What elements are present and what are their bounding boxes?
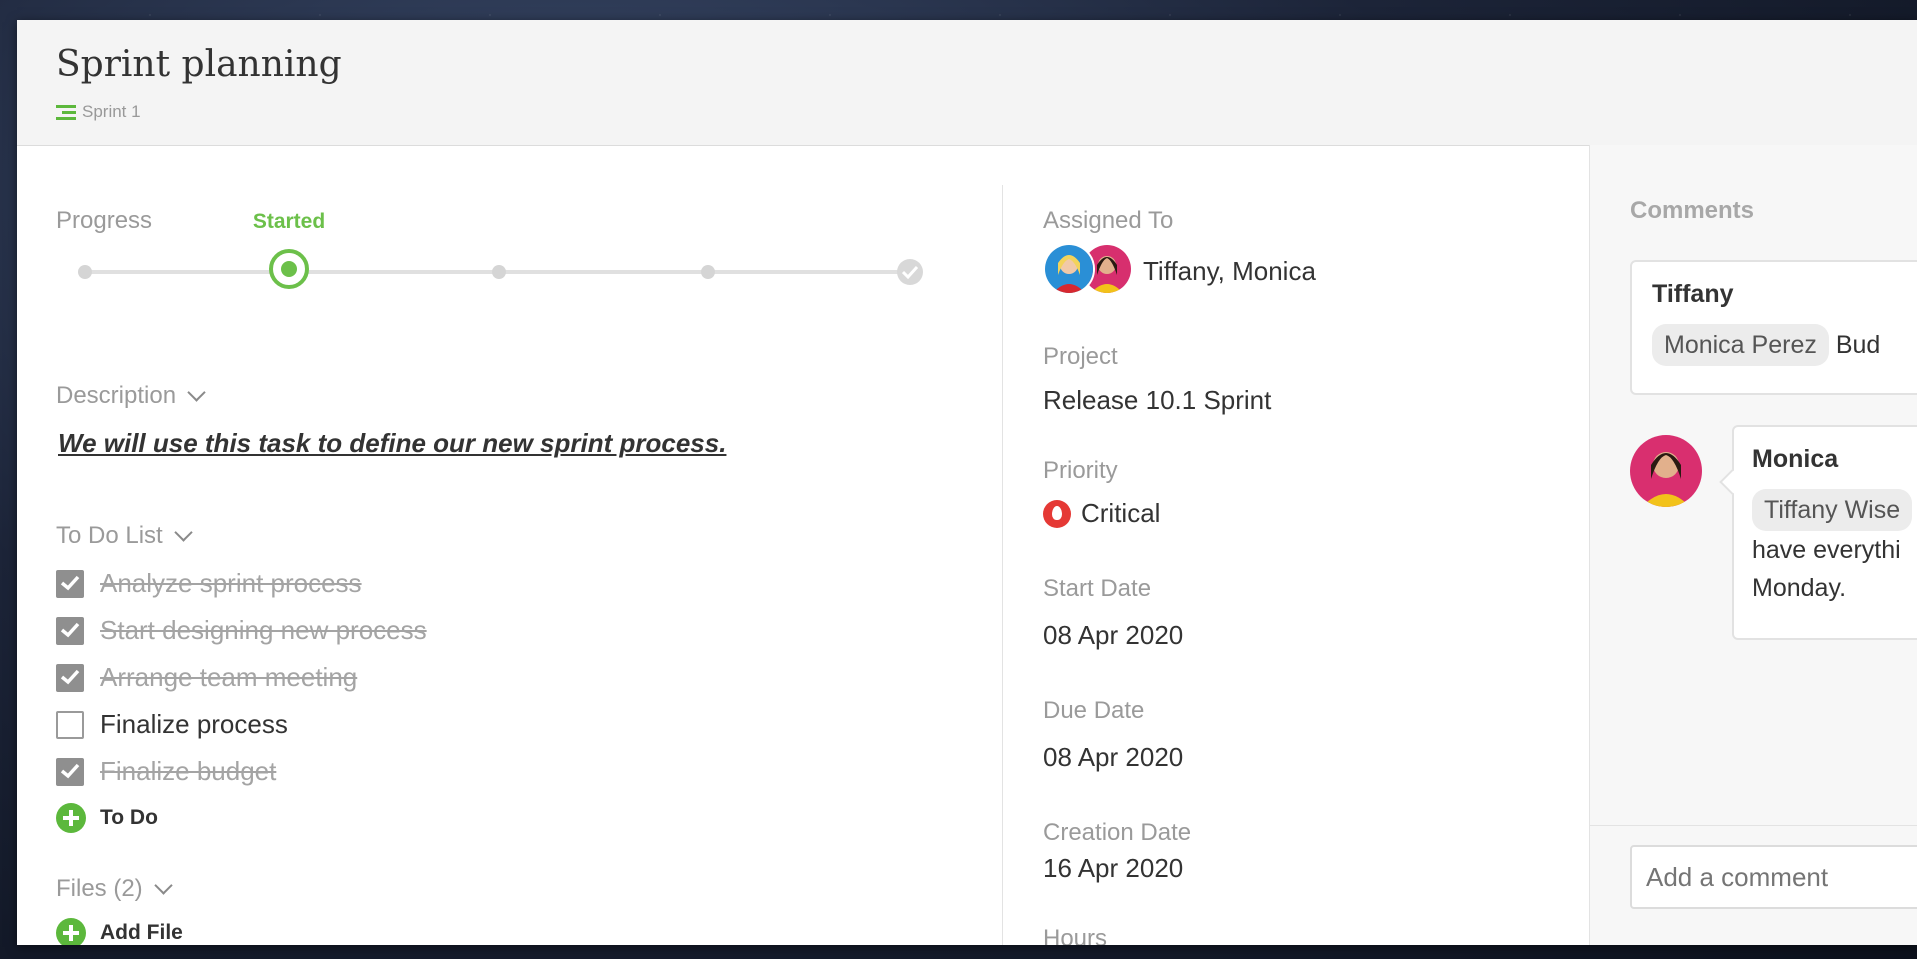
todo-item[interactable]: Analyze sprint process bbox=[56, 568, 362, 599]
todo-checkbox-checked[interactable] bbox=[56, 757, 84, 786]
chevron-down-icon bbox=[187, 382, 206, 402]
files-label: Files (2) bbox=[56, 875, 143, 902]
todo-checkbox-checked[interactable] bbox=[56, 569, 84, 598]
progress-step-complete[interactable] bbox=[897, 259, 923, 285]
hours-label: Hours bbox=[1043, 925, 1108, 945]
avatar bbox=[1630, 435, 1702, 507]
comment-card[interactable]: Tiffany Monica Perez Bud bbox=[1630, 260, 1917, 395]
task-detail-panel: Sprint planning Sprint 1 Progress Starte… bbox=[17, 20, 1917, 945]
assignees[interactable]: Tiffany, Monica bbox=[1043, 243, 1316, 299]
comment-body: Monica Perez Bud bbox=[1652, 324, 1880, 366]
priority-text: Critical bbox=[1081, 498, 1161, 528]
column-divider bbox=[1002, 185, 1003, 945]
assigned-value: Tiffany, Monica bbox=[1143, 255, 1316, 286]
sprint-name: Sprint 1 bbox=[82, 102, 141, 121]
priority-label: Priority bbox=[1043, 457, 1118, 484]
files-toggle[interactable]: Files (2) bbox=[56, 875, 173, 903]
add-todo-label: To Do bbox=[100, 806, 158, 829]
progress-tracker[interactable]: Started bbox=[78, 210, 930, 292]
todo-item[interactable]: Finalize process bbox=[56, 709, 288, 740]
task-title[interactable]: Sprint planning bbox=[56, 44, 342, 85]
check-icon bbox=[60, 669, 80, 684]
comments-title: Comments bbox=[1630, 197, 1755, 224]
add-comment-input[interactable] bbox=[1630, 845, 1917, 909]
comment-author: Tiffany bbox=[1652, 280, 1734, 308]
task-details-column: Assigned To Tiffany, Monica Project Rele… bbox=[1043, 145, 1563, 945]
start-date-label: Start Date bbox=[1043, 575, 1152, 602]
todo-checkbox-unchecked[interactable] bbox=[56, 710, 84, 739]
todo-checkbox-checked[interactable] bbox=[56, 663, 84, 692]
comments-divider bbox=[1590, 825, 1917, 826]
user-mention[interactable]: Monica Perez bbox=[1652, 324, 1829, 366]
todo-list-toggle[interactable]: To Do List bbox=[56, 522, 193, 550]
creation-date-label: Creation Date bbox=[1043, 819, 1192, 846]
avatar bbox=[1043, 243, 1095, 295]
todo-checkbox-checked[interactable] bbox=[56, 616, 84, 645]
add-file-label: Add File bbox=[100, 921, 183, 944]
add-file-button[interactable]: Add File bbox=[56, 918, 183, 945]
comment-body: Tiffany Wise have everythi Monday. bbox=[1752, 489, 1913, 607]
plus-circle-icon bbox=[56, 803, 86, 833]
assigned-label: Assigned To bbox=[1043, 207, 1174, 234]
assignee-avatars bbox=[1043, 243, 1133, 299]
project-label: Project bbox=[1043, 343, 1118, 370]
todo-item[interactable]: Arrange team meeting bbox=[56, 662, 357, 693]
todo-text: Start designing new process bbox=[100, 615, 427, 645]
progress-step-1[interactable] bbox=[78, 265, 92, 279]
comment-text: Monday. bbox=[1752, 574, 1847, 602]
progress-step-3[interactable] bbox=[492, 265, 506, 279]
progress-step-current[interactable] bbox=[269, 249, 309, 289]
comment-text: have everythi bbox=[1752, 536, 1901, 564]
add-todo-button[interactable]: To Do bbox=[56, 803, 158, 833]
comment-author: Monica bbox=[1752, 445, 1839, 473]
user-mention[interactable]: Tiffany Wise bbox=[1752, 489, 1913, 531]
description-text[interactable]: We will use this task to define our new … bbox=[58, 428, 726, 459]
check-icon bbox=[60, 763, 80, 778]
comments-panel: Comments Tiffany Monica Perez Bud Monica… bbox=[1589, 145, 1917, 945]
todo-text: Finalize budget bbox=[100, 756, 277, 786]
description-label: Description bbox=[56, 382, 177, 409]
due-date-label: Due Date bbox=[1043, 697, 1145, 724]
task-main-column: Progress Started Description We will use… bbox=[56, 145, 996, 945]
todo-text: Analyze sprint process bbox=[100, 568, 362, 598]
flame-icon bbox=[1043, 499, 1071, 528]
check-icon bbox=[60, 622, 80, 637]
check-icon bbox=[60, 575, 80, 590]
progress-label: Progress bbox=[56, 207, 153, 234]
todo-item[interactable]: Start designing new process bbox=[56, 615, 427, 646]
todo-item[interactable]: Finalize budget bbox=[56, 756, 276, 787]
todo-text: Arrange team meeting bbox=[100, 662, 358, 692]
project-value[interactable]: Release 10.1 Sprint bbox=[1043, 385, 1271, 416]
start-date-value[interactable]: 08 Apr 2020 bbox=[1043, 620, 1183, 651]
priority-value[interactable]: Critical bbox=[1043, 498, 1160, 529]
due-date-value[interactable]: 08 Apr 2020 bbox=[1043, 742, 1183, 773]
chevron-down-icon bbox=[153, 875, 173, 895]
progress-step-4[interactable] bbox=[701, 265, 715, 279]
todo-list-label: To Do List bbox=[56, 522, 163, 549]
comment-text: Bud bbox=[1835, 331, 1881, 359]
todo-text: Finalize process bbox=[100, 709, 288, 739]
comment-card[interactable]: Monica Tiffany Wise have everythi Monday… bbox=[1732, 425, 1917, 640]
progress-current-label: Started bbox=[252, 210, 326, 233]
sprint-icon bbox=[56, 103, 76, 121]
check-icon bbox=[902, 265, 918, 279]
task-header: Sprint planning Sprint 1 bbox=[17, 20, 1917, 146]
creation-date-value: 16 Apr 2020 bbox=[1043, 853, 1184, 883]
chevron-down-icon bbox=[174, 522, 193, 542]
plus-circle-icon bbox=[56, 918, 86, 945]
sprint-link[interactable]: Sprint 1 bbox=[56, 102, 141, 122]
description-toggle[interactable]: Description bbox=[56, 382, 206, 410]
